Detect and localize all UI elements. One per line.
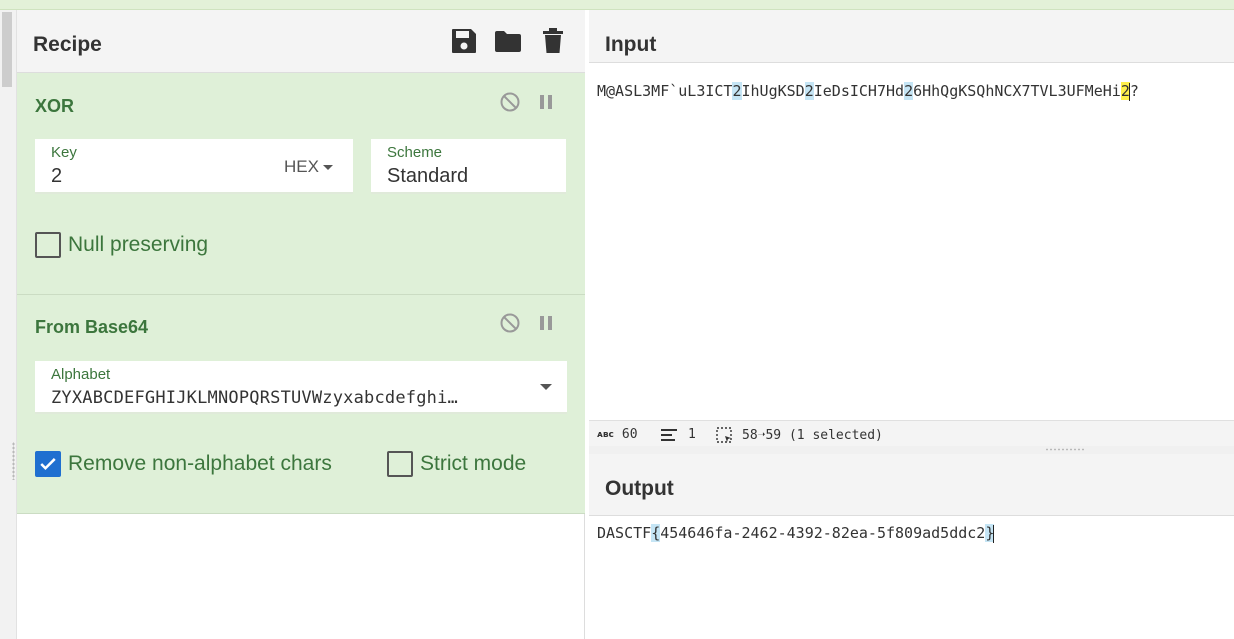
input-text-segment: ? bbox=[1129, 82, 1139, 100]
scrollbar-thumb[interactable] bbox=[2, 12, 12, 87]
text-cursor bbox=[993, 524, 995, 543]
selection-value: 58➝59 (1 selected) bbox=[742, 428, 883, 443]
operation-name: XOR bbox=[35, 96, 75, 116]
output-brace-open: { bbox=[651, 524, 661, 542]
input-textarea[interactable]: M@ASL3MF`uL3ICT2IhUgKSD2IeDsICH7Hd26HhQg… bbox=[597, 82, 1139, 101]
input-status-bar: ᴀʙᴄ 60 1 58➝59 (1 selected) bbox=[589, 420, 1234, 446]
output-title: Output bbox=[605, 477, 674, 500]
input-highlight-match: 2 bbox=[904, 82, 914, 100]
operation-from-base64[interactable]: From Base64 Alphabet ZYXABCDEFGHIJKLMNOP… bbox=[17, 295, 585, 514]
left-scrollbar[interactable] bbox=[0, 10, 17, 639]
output-body: 454646fa-2462-4392-82ea-5f809ad5ddc2 bbox=[660, 524, 986, 542]
alphabet-input[interactable]: ZYXABCDEFGHIJKLMNOPQRSTUVWzyxabcdefghi… bbox=[51, 388, 507, 408]
key-field[interactable]: Key 2 HEX bbox=[35, 139, 353, 194]
scheme-value: Standard bbox=[387, 165, 469, 187]
selection-icon bbox=[716, 427, 732, 443]
disable-icon[interactable] bbox=[499, 312, 521, 334]
strict-mode-label: Strict mode bbox=[420, 452, 527, 475]
strict-mode-checkbox[interactable]: Strict mode bbox=[387, 451, 526, 477]
recipe-title: Recipe bbox=[33, 33, 102, 56]
io-splitter[interactable] bbox=[589, 446, 1234, 454]
remove-non-alphabet-label: Remove non-alphabet chars bbox=[68, 452, 332, 475]
length-stat: ᴀʙᴄ 60 bbox=[597, 427, 638, 442]
recipe-panel: Recipe XOR Key 2 HEX Scheme Standard Nul… bbox=[17, 10, 585, 639]
input-text-segment: 6HhQgKSQhNCX7TVL3UFMeHi bbox=[913, 82, 1121, 100]
selection-stat: 58➝59 (1 selected) bbox=[716, 427, 883, 444]
remove-non-alphabet-checkbox[interactable]: Remove non-alphabet chars bbox=[35, 451, 332, 477]
input-header: Input bbox=[589, 10, 1234, 63]
pause-icon[interactable] bbox=[535, 312, 557, 334]
scheme-select[interactable]: Scheme Standard bbox=[371, 139, 566, 194]
disable-icon[interactable] bbox=[499, 91, 521, 113]
pause-icon[interactable] bbox=[535, 91, 557, 113]
operation-xor[interactable]: XOR Key 2 HEX Scheme Standard Null prese… bbox=[17, 73, 585, 295]
abc-icon: ᴀʙᴄ bbox=[597, 429, 614, 440]
cyberchef-app: Recipe XOR Key 2 HEX Scheme Standard Nul… bbox=[0, 0, 1234, 639]
alphabet-field[interactable]: Alphabet ZYXABCDEFGHIJKLMNOPQRSTUVWzyxab… bbox=[35, 361, 567, 414]
key-format-dropdown[interactable]: HEX bbox=[284, 157, 333, 177]
lines-value: 1 bbox=[688, 427, 696, 442]
operation-name: From Base64 bbox=[35, 317, 149, 337]
lines-stat: 1 bbox=[661, 427, 696, 442]
output-textarea[interactable]: DASCTF{454646fa-2462-4392-82ea-5f809ad5d… bbox=[597, 524, 995, 543]
input-text-segment: IeDsICH7Hd bbox=[813, 82, 905, 100]
save-icon[interactable] bbox=[450, 27, 478, 55]
alphabet-dropdown-icon[interactable] bbox=[540, 384, 552, 390]
null-preserving-label: Null preserving bbox=[68, 233, 209, 256]
key-format-label: HEX bbox=[284, 157, 319, 176]
recipe-header: Recipe bbox=[17, 10, 585, 73]
trash-icon[interactable] bbox=[539, 27, 567, 55]
checkbox-box[interactable] bbox=[387, 451, 413, 477]
input-highlight-match: 2 bbox=[732, 82, 742, 100]
checkbox-box[interactable] bbox=[35, 232, 61, 258]
resize-grip[interactable] bbox=[12, 442, 15, 480]
output-header: Output bbox=[589, 454, 1234, 516]
input-text-segment: IhUgKSD bbox=[741, 82, 805, 100]
null-preserving-checkbox[interactable]: Null preserving bbox=[35, 232, 208, 258]
input-title: Input bbox=[605, 33, 657, 56]
alphabet-label: Alphabet bbox=[51, 366, 111, 383]
input-highlight-match: 2 bbox=[804, 82, 814, 100]
folder-icon[interactable] bbox=[494, 27, 522, 55]
length-value: 60 bbox=[621, 427, 638, 442]
top-strip bbox=[0, 0, 1234, 10]
checkmark-icon bbox=[40, 458, 56, 471]
key-label: Key bbox=[51, 144, 77, 161]
output-prefix: DASCTF bbox=[597, 524, 652, 542]
scheme-label: Scheme bbox=[387, 144, 443, 161]
lines-icon bbox=[661, 428, 677, 441]
input-text-segment: M@ASL3MF`uL3ICT bbox=[597, 82, 733, 100]
io-area: Input M@ASL3MF`uL3ICT2IhUgKSD2IeDsICH7Hd… bbox=[589, 10, 1234, 639]
key-input[interactable]: 2 bbox=[51, 165, 62, 188]
caret-down-icon bbox=[323, 165, 333, 171]
splitter-grip[interactable] bbox=[1045, 448, 1085, 451]
checkbox-box[interactable] bbox=[35, 451, 61, 477]
